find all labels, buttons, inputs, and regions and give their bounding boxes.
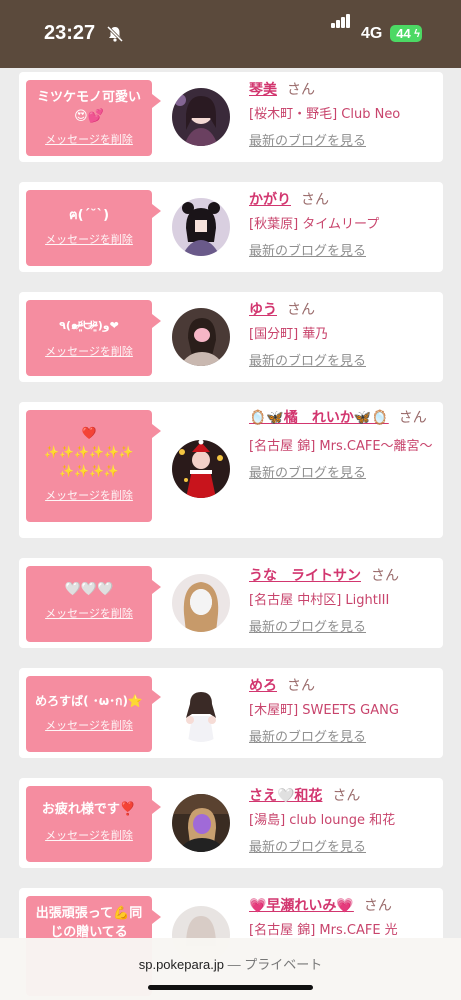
cast-name-link[interactable]: うな ライトサン — [249, 568, 361, 584]
bolt-icon: ϟ — [414, 28, 420, 40]
shop-name: [名古屋 中村区] LightIII — [249, 593, 390, 608]
status-time: 23:27 — [44, 22, 96, 44]
browser-bottom-bar: sp.pokepara.jp — プライベート — [0, 938, 461, 1000]
delete-message-link[interactable]: メッセージを削除 — [45, 343, 133, 359]
message-bubble: めろすば( ･ω･ก)⭐ メッセージを削除 — [26, 676, 161, 752]
battery-icon: 44 ϟ — [390, 25, 422, 42]
avatar[interactable] — [172, 794, 230, 852]
message-bubble: ミツケモノ可愛い 😍💕 メッセージを削除 — [26, 80, 161, 156]
message-text: 出張頑張って💪同 じの贈いてる — [35, 906, 143, 940]
latest-blog-link[interactable]: 最新のブログを見る — [249, 618, 366, 638]
cast-info: 💗早瀬れいみ💗 さん [名古屋 錦] Mrs.CAFE 光 — [249, 896, 437, 942]
shop-name: [国分町] 華乃 — [249, 327, 329, 342]
message-card: ฅ(ˊ˘ˋ) メッセージを削除 かがり さん [秋葉原] タイムリープ 最新のブロ… — [19, 182, 443, 272]
shop-name: [湯島] club lounge 和花 — [249, 813, 396, 828]
url-separator: — — [224, 957, 245, 972]
honorific: さん — [371, 568, 399, 584]
cast-info: めろ さん [木屋町] SWEETS GANG 最新のブログを見る — [249, 676, 437, 748]
cast-info: かがり さん [秋葉原] タイムリープ 最新のブログを見る — [249, 190, 437, 262]
message-bubble: ❤️ ✨✨✨✨✨✨ ✨✨✨✨ メッセージを削除 — [26, 410, 161, 522]
cast-name-link[interactable]: 🪞🦋橘 れいか🦋🪞 — [249, 410, 389, 426]
shop-name: [名古屋 錦] Mrs.CAFE〜離宮〜 — [249, 439, 433, 454]
cast-name-link[interactable]: めろ — [249, 678, 277, 694]
cast-name-link[interactable]: ゆう — [249, 302, 277, 318]
message-text: ❤️ ✨✨✨✨✨✨ ✨✨✨✨ — [44, 426, 134, 478]
message-bubble: お疲れ様です❣️ メッセージを削除 — [26, 786, 161, 862]
message-card: ミツケモノ可愛い 😍💕 メッセージを削除 琴美 さん [桜木町・野毛] Club … — [19, 72, 443, 162]
home-indicator[interactable] — [148, 985, 313, 990]
url-text: sp.pokepara.jp — [138, 957, 225, 972]
bell-slash-icon — [106, 25, 124, 43]
avatar[interactable] — [172, 684, 230, 742]
message-text: 🤍🤍🤍 — [64, 582, 114, 597]
honorific: さん — [301, 192, 329, 208]
delete-message-link[interactable]: メッセージを削除 — [45, 717, 133, 733]
address-bar[interactable]: sp.pokepara.jp — プライベート — [0, 954, 461, 973]
message-bubble: ฅ(ˊ˘ˋ) メッセージを削除 — [26, 190, 161, 266]
cast-name-link[interactable]: かがり — [249, 192, 291, 208]
latest-blog-link[interactable]: 最新のブログを見る — [249, 838, 366, 858]
cast-info: さえ🤍和花 さん [湯島] club lounge 和花 最新のブログを見る — [249, 786, 437, 858]
message-bubble: 🤍🤍🤍 メッセージを削除 — [26, 566, 161, 642]
message-card: ❤️ ✨✨✨✨✨✨ ✨✨✨✨ メッセージを削除 🪞🦋橘 れいか🦋🪞 さん [名古屋… — [19, 402, 443, 538]
cast-info: 🪞🦋橘 れいか🦋🪞 さん [名古屋 錦] Mrs.CAFE〜離宮〜 最新のブログを… — [249, 408, 437, 484]
message-card: めろすば( ･ω･ก)⭐ メッセージを削除 めろ さん [木屋町] SWEETS … — [19, 668, 443, 758]
honorific: さん — [287, 82, 315, 98]
shop-name: [秋葉原] タイムリープ — [249, 217, 380, 232]
avatar[interactable] — [172, 198, 230, 256]
latest-blog-link[interactable]: 最新のブログを見る — [249, 242, 366, 262]
network-label: 4G — [361, 25, 383, 42]
avatar[interactable] — [172, 574, 230, 632]
honorific: さん — [287, 678, 315, 694]
cast-name-link[interactable]: 💗早瀬れいみ💗 — [249, 898, 354, 914]
latest-blog-link[interactable]: 最新のブログを見る — [249, 464, 366, 484]
honorific: さん — [287, 302, 315, 318]
cast-name-link[interactable]: 琴美 — [249, 82, 277, 98]
cast-info: 琴美 さん [桜木町・野毛] Club Neo 最新のブログを見る — [249, 80, 437, 152]
avatar[interactable] — [172, 440, 230, 498]
message-card: ٩(๑ᵒ̴̶̷͈᷄ᗨᵒ̴̶̷͈᷅)و❤ メッセージを削除 ゆう さん [国分町] … — [19, 292, 443, 382]
cast-info: うな ライトサン さん [名古屋 中村区] LightIII 最新のブログを見る — [249, 566, 437, 638]
delete-message-link[interactable]: メッセージを削除 — [45, 231, 133, 247]
latest-blog-link[interactable]: 最新のブログを見る — [249, 132, 366, 152]
message-text: めろすば( ･ω･ก)⭐ — [35, 694, 143, 708]
cast-info: ゆう さん [国分町] 華乃 最新のブログを見る — [249, 300, 437, 372]
delete-message-link[interactable]: メッセージを削除 — [45, 131, 133, 147]
delete-message-link[interactable]: メッセージを削除 — [45, 827, 133, 843]
avatar[interactable] — [172, 88, 230, 146]
honorific: さん — [363, 898, 392, 914]
cast-name-link[interactable]: さえ🤍和花 — [249, 788, 322, 804]
delete-message-link[interactable]: メッセージを削除 — [45, 605, 133, 621]
honorific: さん — [398, 410, 427, 426]
message-text: ミツケモノ可愛い 😍💕 — [36, 90, 141, 124]
message-text: ٩(๑ᵒ̴̶̷͈᷄ᗨᵒ̴̶̷͈᷅)و❤ — [59, 319, 119, 332]
private-mode-label: プライベート — [244, 957, 323, 972]
message-text: お疲れ様です❣️ — [41, 802, 137, 817]
message-bubble: ٩(๑ᵒ̴̶̷͈᷄ᗨᵒ̴̶̷͈᷅)و❤ メッセージを削除 — [26, 300, 161, 376]
avatar[interactable] — [172, 308, 230, 366]
latest-blog-link[interactable]: 最新のブログを見る — [249, 728, 366, 748]
message-text: ฅ(ˊ˘ˋ) — [68, 208, 110, 223]
shop-name: [木屋町] SWEETS GANG — [249, 703, 399, 718]
delete-message-link[interactable]: メッセージを削除 — [45, 487, 133, 503]
status-bar: 23:27 4G 44 ϟ — [0, 0, 461, 68]
message-card: お疲れ様です❣️ メッセージを削除 さえ🤍和花 さん [湯島] club loun… — [19, 778, 443, 868]
message-card: 🤍🤍🤍 メッセージを削除 うな ライトサン さん [名古屋 中村区] LightI… — [19, 558, 443, 648]
honorific: さん — [332, 788, 361, 804]
shop-name: [桜木町・野毛] Club Neo — [249, 107, 401, 122]
latest-blog-link[interactable]: 最新のブログを見る — [249, 352, 366, 372]
battery-level: 44 — [396, 26, 411, 41]
